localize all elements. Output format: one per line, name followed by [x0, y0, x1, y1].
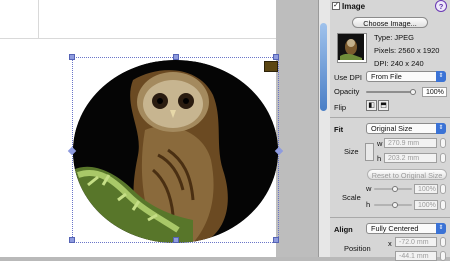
image-selection-frame	[72, 57, 279, 243]
popup-arrows-icon: ⇕	[436, 223, 446, 234]
align-value: Fully Centered	[371, 224, 419, 233]
section-divider	[330, 117, 450, 118]
opacity-slider-knob[interactable]	[410, 89, 416, 95]
help-icon[interactable]: ?	[435, 0, 447, 12]
fit-label: Fit	[334, 125, 344, 134]
flip-label: Flip	[334, 103, 347, 112]
image-checkbox[interactable]: ✓	[332, 2, 340, 10]
resize-handle-top-right[interactable]	[273, 54, 279, 60]
fit-popup[interactable]: Original Size ⇕	[366, 123, 446, 134]
width-stepper[interactable]	[440, 138, 446, 148]
resize-handle-bottom[interactable]	[173, 237, 179, 243]
scale-h-stepper[interactable]	[440, 200, 446, 210]
align-label: Align	[334, 225, 353, 234]
canvas-area[interactable]	[0, 0, 318, 257]
size-h-prefix: h	[377, 154, 382, 163]
scale-h-field[interactable]: 100%	[414, 200, 438, 210]
position-x-prefix: x	[388, 239, 392, 248]
width-field[interactable]: 270.9 mm	[384, 138, 437, 148]
align-popup[interactable]: Fully Centered ⇕	[366, 223, 446, 234]
position-y-stepper[interactable]	[440, 251, 446, 261]
section-divider	[330, 217, 450, 218]
scale-w-prefix: w	[366, 184, 372, 193]
size-label: Size	[344, 147, 359, 156]
margin-guide-left	[38, 0, 39, 38]
scale-w-slider-knob[interactable]	[392, 186, 398, 192]
lock-aspect-icon[interactable]	[365, 143, 374, 161]
resize-handle-top[interactable]	[173, 54, 179, 60]
scale-h-slider-knob[interactable]	[392, 202, 398, 208]
resize-handle-bottom-right[interactable]	[273, 237, 279, 243]
fit-value: Original Size	[371, 124, 413, 133]
size-w-prefix: w	[377, 139, 383, 148]
image-dpi: DPI: 240 x 240	[374, 59, 424, 68]
position-x-field[interactable]: -72.0 mm	[395, 237, 437, 247]
image-type: Type: JPEG	[374, 33, 415, 42]
use-dpi-popup[interactable]: From File ⇕	[366, 71, 446, 82]
image-badge-icon	[264, 61, 278, 72]
resize-handle-top-left[interactable]	[69, 54, 75, 60]
position-label: Position	[344, 244, 371, 253]
opacity-field[interactable]: 100%	[422, 87, 447, 97]
scale-h-prefix: h	[366, 200, 371, 209]
opacity-slider[interactable]	[366, 91, 416, 93]
thumbnail-owl-icon	[338, 34, 364, 60]
choose-image-button[interactable]: Choose Image...	[352, 17, 428, 28]
reset-original-size-button[interactable]: Reset to Original Size	[367, 169, 447, 180]
image-inspector-panel: ✓ Image ? Choose Image... Type: JPEG Pix…	[330, 0, 450, 261]
position-y-field[interactable]: -44.1 mm	[395, 251, 437, 261]
position-x-stepper[interactable]	[440, 237, 446, 247]
image-thumbnail	[337, 33, 367, 63]
use-dpi-value: From File	[371, 72, 402, 81]
pasteboard	[276, 0, 318, 257]
scrollbar-thumb[interactable]	[320, 23, 327, 111]
popup-arrows-icon: ⇕	[436, 71, 446, 82]
flip-vertical-icon[interactable]: ⬒	[378, 100, 389, 111]
height-stepper[interactable]	[440, 153, 446, 163]
height-field[interactable]: 203.2 mm	[384, 153, 437, 163]
scale-label: Scale	[342, 193, 361, 202]
scale-w-field[interactable]: 100%	[414, 184, 438, 194]
flip-horizontal-icon[interactable]: ◧	[366, 100, 377, 111]
resize-handle-bottom-left[interactable]	[69, 237, 75, 243]
popup-arrows-icon: ⇕	[436, 123, 446, 134]
opacity-label: Opacity	[334, 87, 360, 96]
use-dpi-label: Use DPI	[334, 73, 362, 82]
margin-guide-top	[0, 38, 276, 39]
section-title: Image	[342, 2, 366, 11]
scale-w-stepper[interactable]	[440, 184, 446, 194]
image-pixels: Pixels: 2560 x 1920	[374, 46, 440, 55]
